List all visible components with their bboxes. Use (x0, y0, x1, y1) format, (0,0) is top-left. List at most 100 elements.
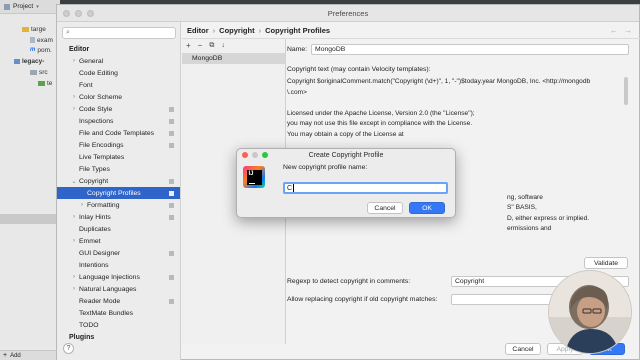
help-button[interactable]: ? (63, 343, 74, 354)
chevron-icon[interactable]: › (79, 202, 85, 208)
dialog-minimize-button[interactable] (252, 152, 258, 158)
dialog-close-button[interactable] (242, 152, 248, 158)
chevron-icon[interactable]: › (71, 274, 77, 280)
add-label[interactable]: Add (10, 353, 21, 359)
add-icon[interactable]: + (3, 352, 7, 359)
presenter-video (549, 271, 631, 353)
sidebar-item-natural-languages[interactable]: › Natural Languages (57, 283, 180, 295)
project-label[interactable]: Project (13, 3, 33, 10)
profile-list-item[interactable]: MongoDB (182, 53, 286, 64)
dialog-title: Create Copyright Profile (308, 151, 384, 159)
settings-search[interactable]: ⌕ (62, 27, 176, 39)
import-profile-button[interactable]: ↓ (221, 42, 225, 49)
tree-item-label: legacy- (22, 57, 45, 65)
chevron-icon[interactable]: › (71, 214, 77, 220)
cancel-button[interactable]: Cancel (505, 343, 541, 355)
sidebar-item-label: Copyright (79, 177, 109, 185)
sidebar-item-file-types[interactable]: File Types (57, 163, 180, 175)
minimize-window-button[interactable] (75, 10, 82, 17)
sidebar-item-code-style[interactable]: › Code Style (57, 103, 180, 115)
sidebar-item-code-editing[interactable]: Code Editing (57, 67, 180, 79)
tree-item[interactable]: exam (30, 35, 53, 45)
dialog-ok-button[interactable]: OK (409, 202, 445, 214)
sidebar-item-copyright-profiles[interactable]: Copyright Profiles (57, 187, 180, 199)
sidebar-item-file-and-code-templates[interactable]: File and Code Templates (57, 127, 180, 139)
sidebar-item-duplicates[interactable]: Duplicates (57, 223, 180, 235)
intellij-logo-text: IJ (248, 170, 254, 177)
dialog-titlebar: Create Copyright Profile (237, 149, 455, 161)
sidebar-item-live-templates[interactable]: Live Templates (57, 151, 180, 163)
breadcrumb: Editor › Copyright › Copyright Profiles … (182, 22, 640, 39)
validate-button[interactable]: Validate (584, 257, 628, 269)
chevron-icon[interactable]: › (71, 58, 77, 64)
sidebar-item-todo[interactable]: TODO (57, 319, 180, 331)
sidebar-item-label: TODO (79, 321, 99, 329)
chevron-icon[interactable]: ⌄ (71, 178, 77, 185)
sidebar-item-formatting[interactable]: › Formatting (57, 199, 180, 211)
copy-profile-button[interactable]: ⧉ (209, 42, 214, 50)
section-plugins[interactable]: Plugins (57, 331, 180, 343)
project-scope-icon (169, 131, 174, 136)
sidebar-item-intentions[interactable]: Intentions (57, 259, 180, 271)
add-profile-button[interactable]: + (186, 41, 191, 50)
webcam-overlay (548, 270, 632, 354)
breadcrumb-copyright[interactable]: Copyright (219, 26, 254, 35)
remove-profile-button[interactable]: − (198, 41, 203, 50)
sidebar-item-label: Color Scheme (79, 93, 123, 101)
chevron-icon[interactable]: › (71, 94, 77, 100)
dialog-cancel-label: Cancel (374, 204, 396, 212)
close-window-button[interactable] (63, 10, 70, 17)
back-arrow-icon[interactable]: ← (610, 26, 618, 35)
nav-list: › General Code Editing Font › Color Scheme › Co… (57, 55, 180, 331)
chevron-icon[interactable]: › (71, 286, 77, 292)
dialog-zoom-button[interactable] (262, 152, 268, 158)
chevron-icon[interactable]: › (71, 238, 77, 244)
copyright-text-label: Copyright text (may contain Velocity tem… (287, 66, 431, 73)
project-scope-icon (169, 107, 174, 112)
sidebar-item-textmate-bundles[interactable]: TextMate Bundles (57, 307, 180, 319)
tree-item[interactable]: targe (22, 24, 46, 34)
sidebar-item-general[interactable]: › General (57, 55, 180, 67)
tree-item[interactable]: legacy- (14, 56, 44, 66)
dialog-cancel-button[interactable]: Cancel (367, 202, 403, 214)
sidebar-item-inlay-hints[interactable]: › Inlay Hints (57, 211, 180, 223)
copyright-text-line: \.com> (287, 88, 307, 96)
name-field[interactable]: MongoDB (311, 44, 630, 55)
tree-item-label: src (39, 68, 48, 76)
intellij-logo-mark: IJ (246, 169, 262, 185)
project-scope-icon (169, 215, 174, 220)
profile-name-input[interactable]: C (283, 182, 448, 194)
allow-replace-label: Allow replacing copyright if old copyrig… (287, 296, 438, 303)
folder-icon (38, 80, 45, 86)
profile-item-label: MongoDB (192, 55, 223, 62)
sidebar-item-color-scheme[interactable]: › Color Scheme (57, 91, 180, 103)
tree-item[interactable]: m pom. (30, 45, 52, 55)
chevron-down-icon[interactable]: ▾ (36, 4, 39, 10)
folder-icon (22, 26, 29, 32)
maven-icon: m (30, 47, 36, 53)
sidebar-item-file-encodings[interactable]: File Encodings (57, 139, 180, 151)
breadcrumb-copyright-profiles: Copyright Profiles (265, 25, 331, 35)
sidebar-item-reader-mode[interactable]: Reader Mode (57, 295, 180, 307)
sidebar-item-emmet[interactable]: › Emmet (57, 235, 180, 247)
sidebar-item-copyright[interactable]: ⌄ Copyright (57, 175, 180, 187)
copyright-text-line: You may obtain a copy of the License at (287, 130, 404, 138)
tree-item[interactable]: te (38, 78, 52, 88)
sidebar-item-gui-designer[interactable]: GUI Designer (57, 247, 180, 259)
sidebar-item-font[interactable]: Font (57, 79, 180, 91)
section-editor[interactable]: Editor (57, 43, 180, 55)
chevron-icon[interactable]: › (71, 106, 77, 112)
module-icon (14, 58, 20, 64)
validate-button-label: Validate (593, 259, 619, 267)
project-icon (4, 3, 10, 10)
breadcrumb-editor[interactable]: Editor (187, 26, 209, 35)
zoom-window-button[interactable] (87, 10, 94, 17)
breadcrumb-separator: › (212, 25, 216, 35)
tree-item[interactable]: src (30, 67, 48, 77)
sidebar-item-language-injections[interactable]: › Language Injections (57, 271, 180, 283)
project-scope-icon (169, 275, 174, 280)
tree-item-label: targe (31, 25, 46, 33)
text-editor-scrollbar[interactable] (624, 77, 628, 105)
forward-arrow-icon[interactable]: → (624, 26, 632, 35)
sidebar-item-inspections[interactable]: Inspections (57, 115, 180, 127)
